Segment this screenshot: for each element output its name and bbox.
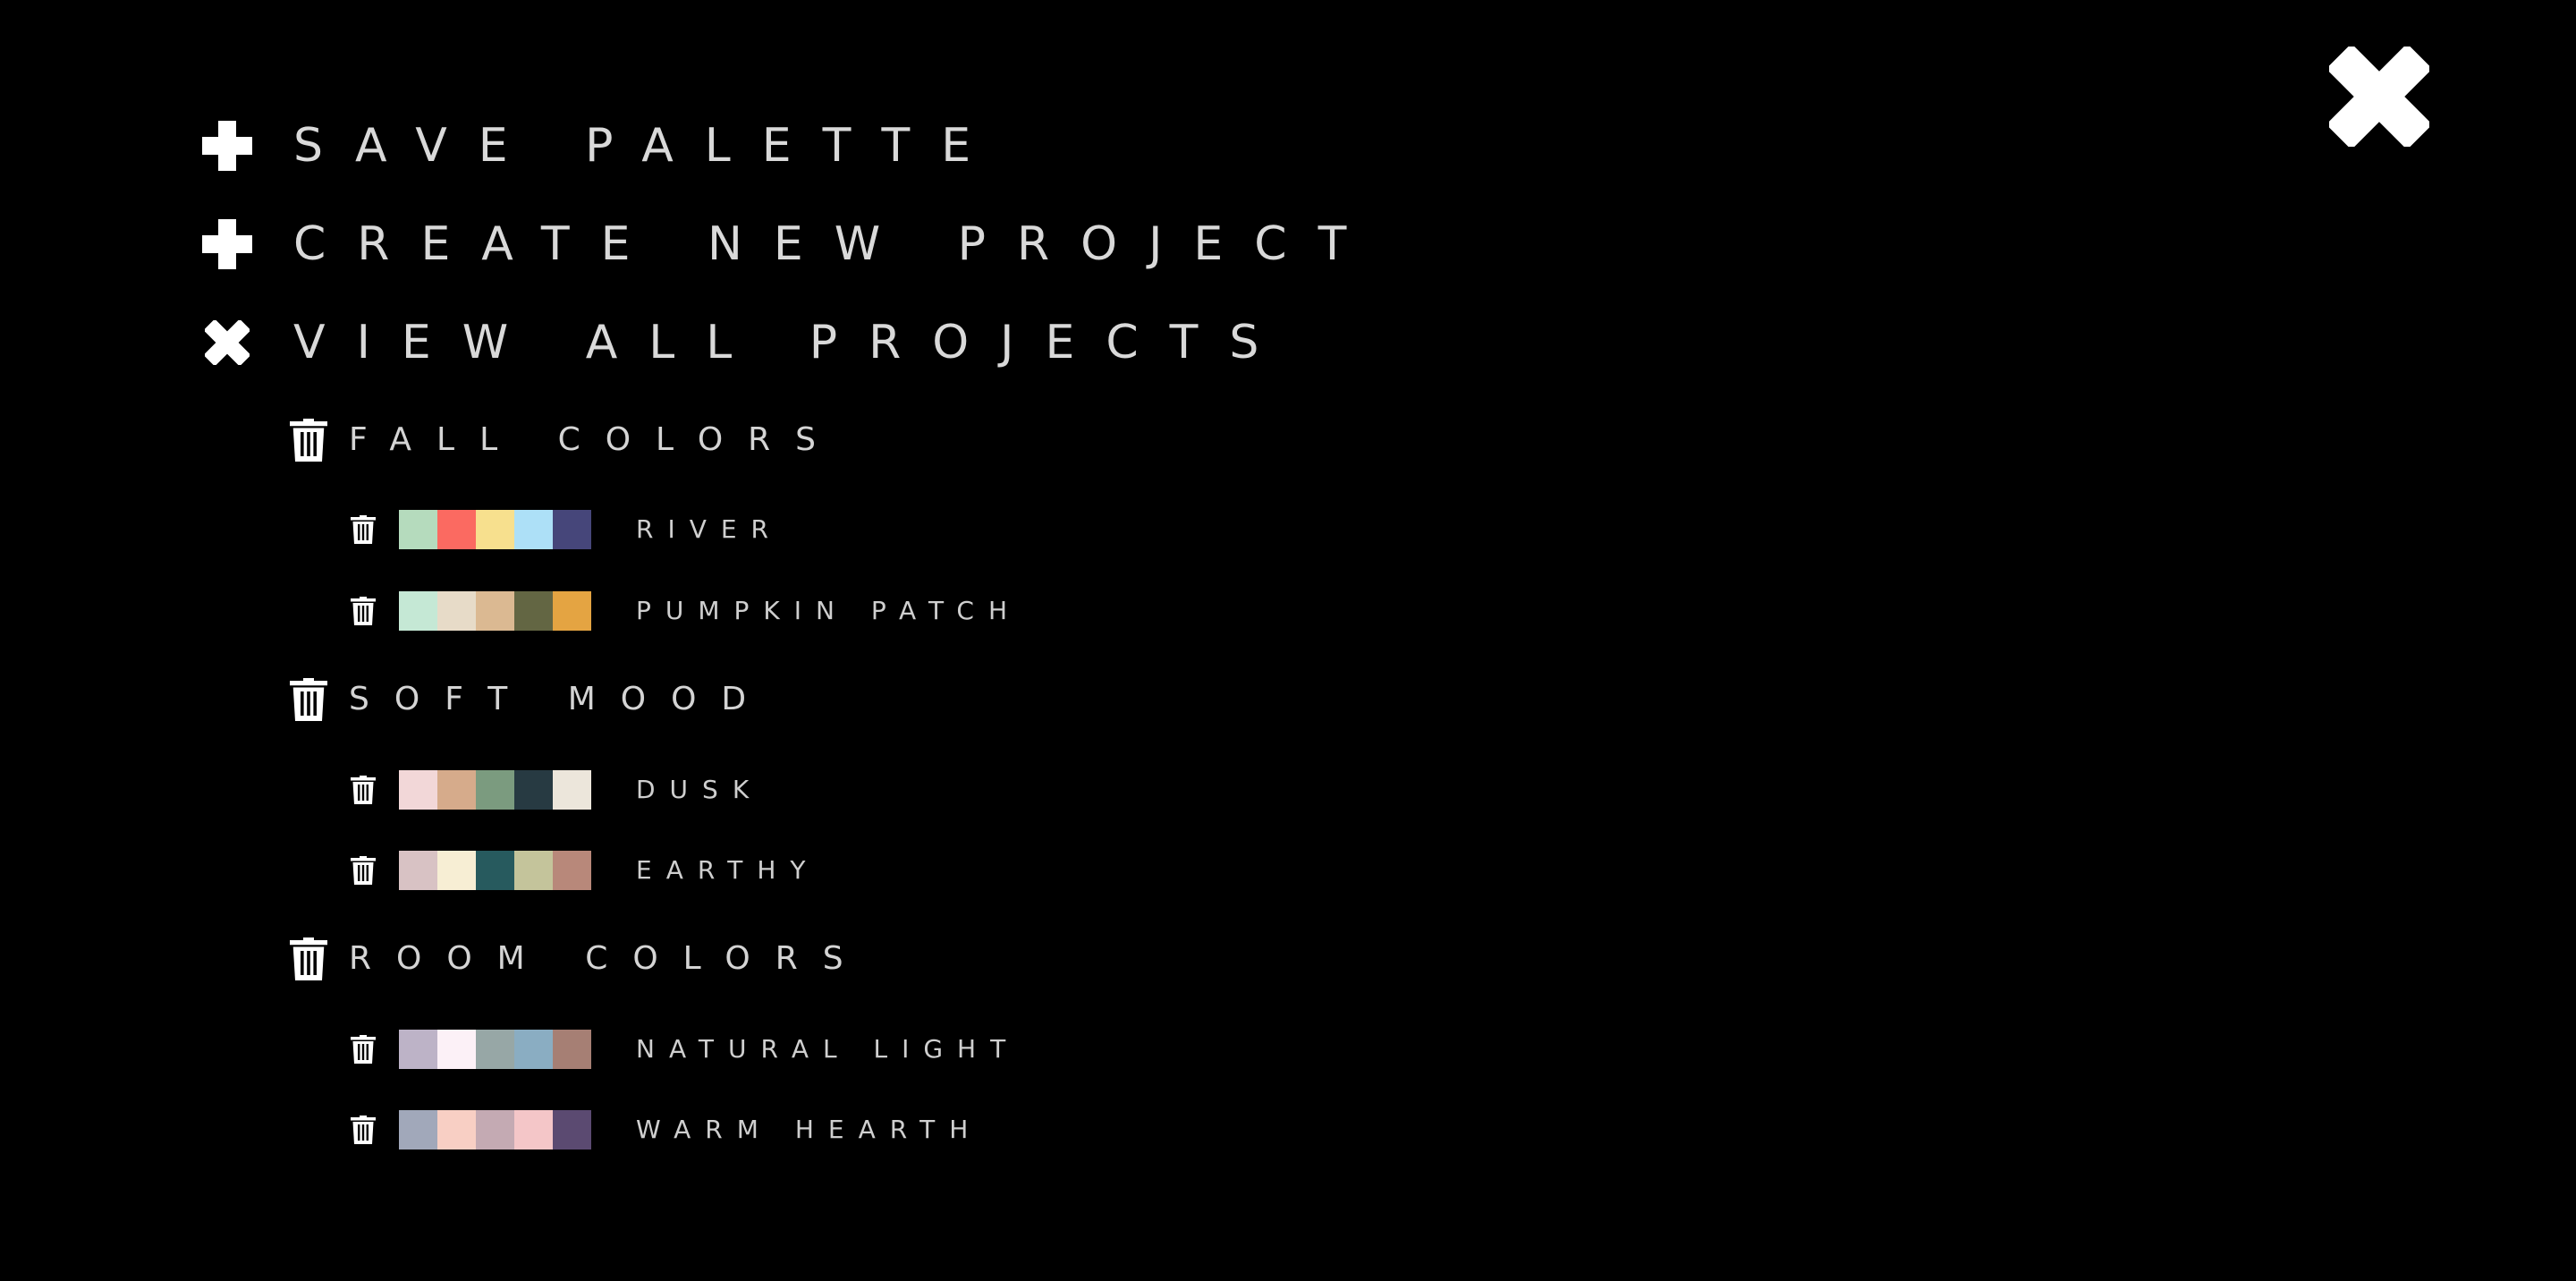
- project-name[interactable]: SOFT MOOD: [349, 674, 771, 725]
- save-palette-button[interactable]: SAVE PALETTE: [202, 115, 1002, 177]
- palette-swatches[interactable]: [399, 1110, 591, 1150]
- view-all-projects-button[interactable]: VIEW ALL PROJECTS: [202, 311, 1290, 374]
- delete-palette-trash-icon[interactable]: [351, 776, 376, 804]
- project-name[interactable]: ROOM COLORS: [349, 934, 869, 984]
- project-name[interactable]: FALL COLORS: [349, 415, 841, 465]
- delete-palette-trash-icon[interactable]: [351, 856, 376, 885]
- plus-icon: [202, 121, 252, 171]
- project-menu-overlay: SAVE PALETTE CREATE NEW PROJECT VIEW ALL…: [0, 0, 2576, 1281]
- delete-project-trash-icon[interactable]: [290, 937, 327, 980]
- view-all-projects-label: VIEW ALL PROJECTS: [293, 316, 1291, 369]
- palette-swatches[interactable]: [399, 770, 591, 810]
- color-swatch: [553, 1030, 591, 1069]
- color-swatch: [476, 1110, 514, 1150]
- plus-icon: [202, 219, 252, 269]
- color-swatch: [399, 1110, 437, 1150]
- delete-palette-trash-icon[interactable]: [351, 597, 376, 625]
- color-swatch: [553, 591, 591, 631]
- palette-row: EARTHY: [351, 851, 820, 890]
- palette-row: NATURAL LIGHT: [351, 1030, 1020, 1069]
- color-swatch: [553, 851, 591, 890]
- project-row: SOFT MOOD: [290, 674, 771, 725]
- color-swatch: [476, 770, 514, 810]
- color-swatch: [399, 851, 437, 890]
- palette-name[interactable]: DUSK: [636, 770, 763, 810]
- color-swatch: [399, 770, 437, 810]
- palette-swatches[interactable]: [399, 1030, 591, 1069]
- color-swatch: [514, 1110, 553, 1150]
- palette-row: PUMPKIN PATCH: [351, 591, 1021, 631]
- color-swatch: [514, 1030, 553, 1069]
- color-swatch: [437, 1110, 476, 1150]
- palette-name[interactable]: EARTHY: [636, 851, 820, 890]
- palette-name[interactable]: WARM HEARTH: [636, 1110, 982, 1150]
- close-button[interactable]: [2329, 47, 2429, 147]
- create-new-project-button[interactable]: CREATE NEW PROJECT: [202, 213, 1377, 276]
- palette-name[interactable]: NATURAL LIGHT: [636, 1030, 1020, 1069]
- palette-swatches[interactable]: [399, 591, 591, 631]
- delete-project-trash-icon[interactable]: [290, 678, 327, 721]
- palette-row: WARM HEARTH: [351, 1110, 982, 1150]
- palette-row: RIVER: [351, 510, 783, 549]
- color-swatch: [476, 1030, 514, 1069]
- color-swatch: [553, 510, 591, 549]
- delete-palette-trash-icon[interactable]: [351, 1035, 376, 1064]
- palette-swatches[interactable]: [399, 510, 591, 549]
- color-swatch: [399, 1030, 437, 1069]
- delete-project-trash-icon[interactable]: [290, 419, 327, 462]
- color-swatch: [399, 510, 437, 549]
- delete-palette-trash-icon[interactable]: [351, 515, 376, 544]
- color-swatch: [553, 770, 591, 810]
- color-swatch: [476, 851, 514, 890]
- color-swatch: [514, 770, 553, 810]
- delete-palette-trash-icon[interactable]: [351, 1116, 376, 1144]
- project-row: ROOM COLORS: [290, 934, 869, 984]
- close-icon: [2329, 47, 2429, 147]
- color-swatch: [399, 591, 437, 631]
- color-swatch: [437, 510, 476, 549]
- color-swatch: [514, 510, 553, 549]
- color-swatch: [437, 770, 476, 810]
- palette-name[interactable]: PUMPKIN PATCH: [636, 591, 1021, 631]
- create-new-project-label: CREATE NEW PROJECT: [293, 217, 1378, 271]
- color-swatch: [437, 1030, 476, 1069]
- color-swatch: [514, 851, 553, 890]
- color-swatch: [514, 591, 553, 631]
- color-swatch: [437, 851, 476, 890]
- color-swatch: [437, 591, 476, 631]
- color-swatch: [553, 1110, 591, 1150]
- collapse-icon: [205, 320, 250, 365]
- color-swatch: [476, 591, 514, 631]
- palette-row: DUSK: [351, 770, 763, 810]
- project-row: FALL COLORS: [290, 415, 841, 465]
- palette-swatches[interactable]: [399, 851, 591, 890]
- save-palette-label: SAVE PALETTE: [293, 119, 1003, 173]
- color-swatch: [476, 510, 514, 549]
- palette-name[interactable]: RIVER: [636, 510, 783, 549]
